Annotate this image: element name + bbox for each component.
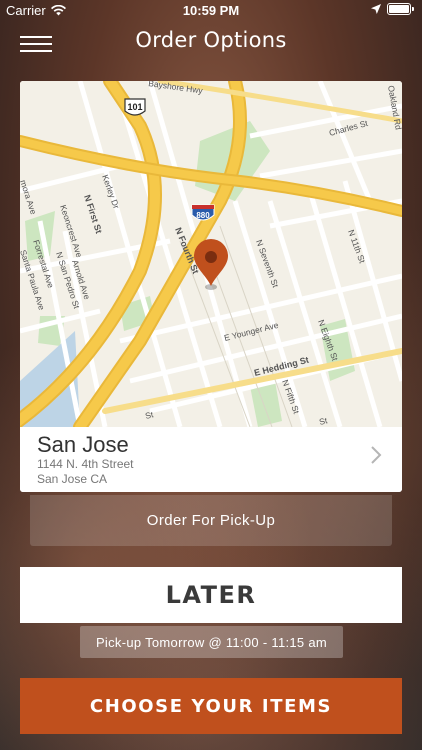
battery-icon — [387, 3, 411, 15]
location-card: 101 880 Bayshore Hwy Oakland Rd Charles … — [20, 81, 402, 492]
clock: 10:59 PM — [182, 3, 240, 18]
order-mode-label: Order For Pick-Up — [146, 512, 276, 529]
later-button[interactable]: LATER — [20, 567, 402, 623]
navigation-bar: Order Options — [0, 22, 422, 62]
choose-items-button[interactable]: CHOOSE YOUR ITEMS — [20, 678, 402, 734]
store-location-row[interactable]: San Jose 1144 N. 4th Street San Jose CA — [20, 427, 402, 492]
store-address-line1: 1144 N. 4th Street — [37, 457, 134, 471]
store-address-line2: San Jose CA — [37, 472, 108, 486]
pickup-time-badge: Pick-up Tomorrow @ 11:00 - 11:15 am — [80, 626, 343, 658]
chevron-right-icon — [371, 446, 382, 464]
store-city: San Jose — [37, 432, 129, 457]
choose-items-label: CHOOSE YOUR ITEMS — [89, 695, 333, 717]
status-right — [371, 3, 414, 15]
later-label: LATER — [165, 581, 257, 609]
battery-tip — [412, 7, 414, 11]
svg-text:880: 880 — [196, 211, 210, 220]
location-arrow-icon — [371, 4, 381, 14]
pickup-time-label: Pick-up Tomorrow @ 11:00 - 11:15 am — [95, 634, 328, 650]
interstate-880-shield: 880 — [191, 204, 215, 221]
svg-text:101: 101 — [127, 102, 142, 112]
status-bar: Carrier 10:59 PM — [0, 0, 422, 22]
store-map[interactable]: 101 880 Bayshore Hwy Oakland Rd Charles … — [20, 81, 402, 427]
order-for-pickup-button[interactable]: Order For Pick-Up — [30, 495, 392, 546]
highway-101-shield: 101 — [124, 98, 146, 116]
page-title: Order Options — [135, 28, 287, 52]
